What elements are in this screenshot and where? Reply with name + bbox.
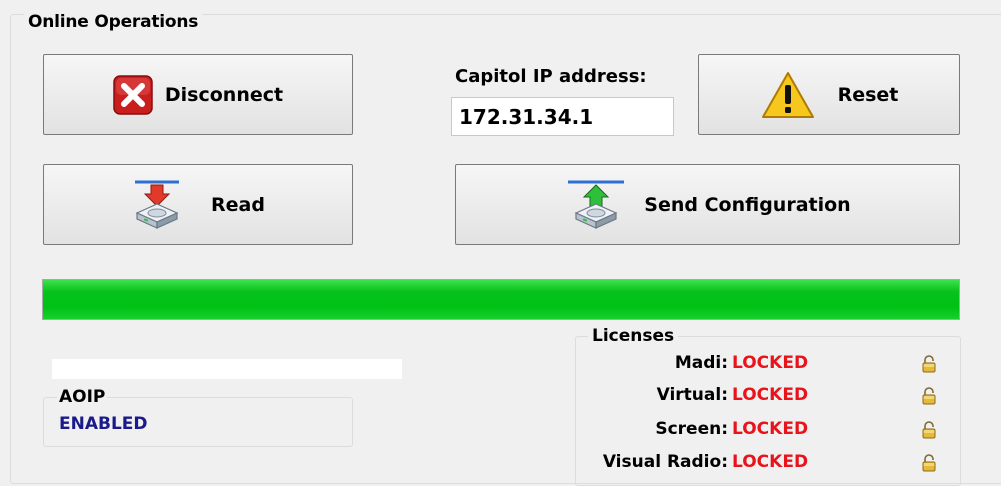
license-row-virtual: Virtual: LOCKED [576,385,956,411]
aoip-status: ENABLED [59,414,148,434]
upload-drive-icon [564,177,628,233]
ip-address-label: Capitol IP address: [455,66,647,87]
license-name: Madi: [674,353,728,373]
unlock-icon[interactable] [922,421,936,443]
group-title: Online Operations [24,12,203,32]
unlock-icon[interactable] [922,454,936,476]
status-field [52,359,402,379]
unlock-icon[interactable] [922,387,936,409]
aoip-title: AOIP [57,387,108,407]
progress-fill [43,280,959,319]
reset-button[interactable]: Reset [698,54,960,135]
license-name: Visual Radio: [602,452,728,472]
license-name: Virtual: [656,385,728,405]
disconnect-label: Disconnect [164,83,284,106]
license-status: LOCKED [732,419,809,439]
disconnect-button[interactable]: Disconnect [43,54,353,135]
license-name: Screen: [655,419,728,439]
license-status: LOCKED [732,385,809,405]
unlock-icon[interactable] [922,355,936,377]
download-drive-icon [131,177,183,233]
license-row-visual-radio: Visual Radio: LOCKED [576,452,956,478]
send-configuration-label: Send Configuration [644,193,851,216]
license-status: LOCKED [732,452,809,472]
read-button[interactable]: Read [43,164,353,245]
read-label: Read [211,193,265,216]
licenses-title: Licenses [588,326,679,346]
progress-bar [42,279,960,320]
error-x-icon [113,74,153,115]
license-row-screen: Screen: LOCKED [576,419,956,445]
send-configuration-button[interactable]: Send Configuration [455,164,960,245]
reset-label: Reset [837,83,899,106]
license-row-madi: Madi: LOCKED [576,353,956,379]
warning-icon [760,70,816,120]
ip-address-input[interactable] [451,97,674,136]
license-status: LOCKED [732,353,809,373]
